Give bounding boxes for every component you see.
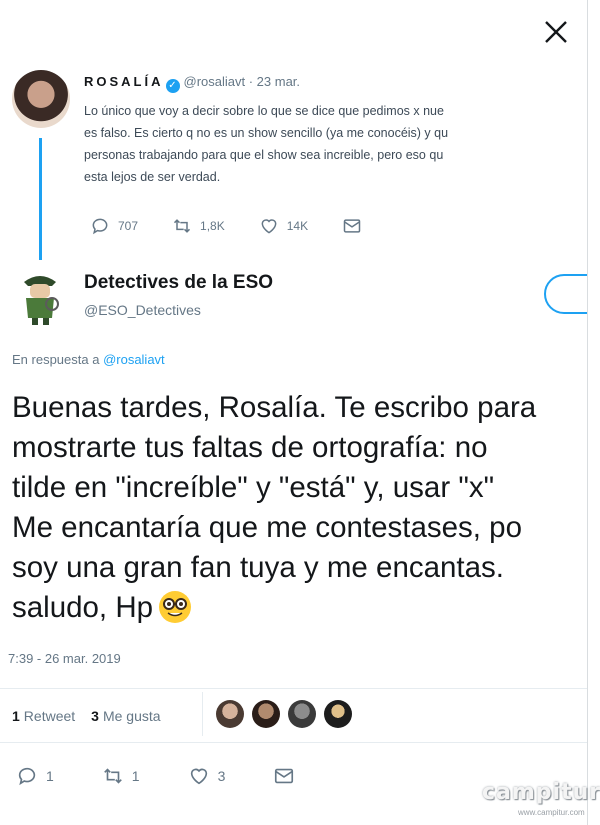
parent-author-name[interactable]: ROSALÍA	[84, 74, 164, 89]
parent-like-button[interactable]: 14K	[259, 216, 308, 236]
message-icon	[275, 768, 294, 784]
verified-icon: ✓	[165, 79, 180, 93]
tweet-text-line: soy una gran fan tuya y me encantas.	[12, 551, 504, 584]
watermark-url: www.campitur.com	[518, 808, 585, 817]
avatar[interactable]	[288, 700, 316, 728]
divider	[0, 742, 587, 743]
avatar-detectives[interactable]	[16, 268, 64, 326]
parent-like-count: 14K	[286, 219, 309, 233]
parent-retweet-count: 1,8K	[200, 219, 225, 233]
reply-context: En respuesta a @rosaliavt	[12, 352, 165, 367]
parent-tweet-actions: 707 1,8K 14K	[90, 216, 404, 236]
follow-button[interactable]	[544, 274, 587, 314]
parent-author-handle[interactable]: @rosaliavt	[184, 74, 246, 89]
parent-reply-button[interactable]: 707	[90, 216, 138, 236]
divider	[0, 688, 587, 689]
message-icon	[343, 219, 361, 233]
tweet-text-line: tilde en "increíble" y "está" y, usar "x…	[12, 471, 495, 504]
reply-prefix: En respuesta a	[12, 352, 104, 367]
parent-tweet-header: ROSALÍA ✓ @rosaliavt · 23 mar.	[84, 74, 300, 93]
like-icon	[261, 219, 277, 234]
avatar[interactable]	[216, 700, 244, 728]
tweet-text-line: saludo, Hp	[12, 591, 154, 624]
author-handle[interactable]: @ESO_Detectives	[84, 302, 201, 318]
reply-to-link[interactable]: @rosaliavt	[103, 352, 165, 367]
tweet-text-line: Buenas tardes, Rosalía. Te escribo para	[12, 391, 537, 424]
likes-stat[interactable]: 3 Me gusta	[91, 708, 160, 724]
reply-icon	[92, 218, 108, 235]
retweet-button[interactable]: 1	[102, 765, 140, 787]
retweet-icon	[174, 219, 191, 233]
tweet-text-last-line: saludo, Hp	[12, 588, 587, 628]
parent-reply-count: 707	[118, 219, 139, 233]
retweet-count: 1	[12, 708, 20, 724]
reply-count: 1	[46, 768, 54, 784]
reply-button[interactable]: 1	[16, 765, 54, 787]
parent-message-button[interactable]	[342, 216, 370, 236]
avatar[interactable]	[324, 700, 352, 728]
avatar[interactable]	[252, 700, 280, 728]
like-count: 3	[91, 708, 99, 724]
parent-tweet-text: Lo único que voy a decir sobre lo que se…	[84, 100, 587, 188]
tweet-text-line: mostrarte tus faltas de ortografía: no	[12, 431, 488, 464]
reply-icon	[18, 767, 36, 786]
parent-retweet-button[interactable]: 1,8K	[172, 216, 225, 236]
like-label: Me gusta	[102, 708, 161, 724]
avatar-rosalia[interactable]	[12, 70, 70, 128]
engagement-stats: 1 Retweet 3 Me gusta	[12, 708, 177, 724]
close-icon	[545, 21, 567, 43]
tweet-text: Buenas tardes, Rosalía. Te escribo para …	[12, 388, 587, 628]
parent-text-line: es falso. Es cierto q no es un show senc…	[84, 126, 449, 140]
like-icon	[190, 768, 207, 785]
stats-separator	[202, 692, 203, 736]
nerd-face-emoji	[159, 591, 192, 623]
tweet-modal: ROSALÍA ✓ @rosaliavt · 23 mar. Lo único qu…	[0, 0, 588, 825]
close-button[interactable]	[538, 14, 574, 50]
like-button[interactable]: 3	[188, 765, 226, 787]
tweet-actions: 1 1 3	[16, 765, 351, 787]
thread-connector	[39, 138, 42, 260]
retweets-stat[interactable]: 1 Retweet	[12, 708, 75, 724]
retweet-action-count: 1	[131, 768, 140, 784]
retweet-icon	[103, 768, 122, 784]
likers-avatars	[216, 700, 360, 728]
watermark: campitur www.campitur.com	[474, 772, 600, 822]
parent-tweet-date[interactable]: · 23 mar.	[249, 74, 300, 89]
watermark-logo: campitur	[482, 780, 600, 805]
message-button[interactable]	[273, 765, 303, 787]
like-action-count: 3	[217, 768, 226, 784]
parent-text-line: Lo único que voy a decir sobre lo que se…	[84, 104, 444, 118]
parent-text-line: esta lejos de ser verdad.	[84, 170, 221, 184]
author-name[interactable]: Detectives de la ESO	[84, 272, 273, 294]
retweet-label: Retweet	[23, 708, 76, 724]
parent-text-line: personas trabajando para que el show sea…	[84, 148, 444, 162]
tweet-text-line: Me encantaría que me contestases, po	[12, 511, 522, 544]
tweet-timestamp[interactable]: 7:39 - 26 mar. 2019	[8, 651, 121, 666]
